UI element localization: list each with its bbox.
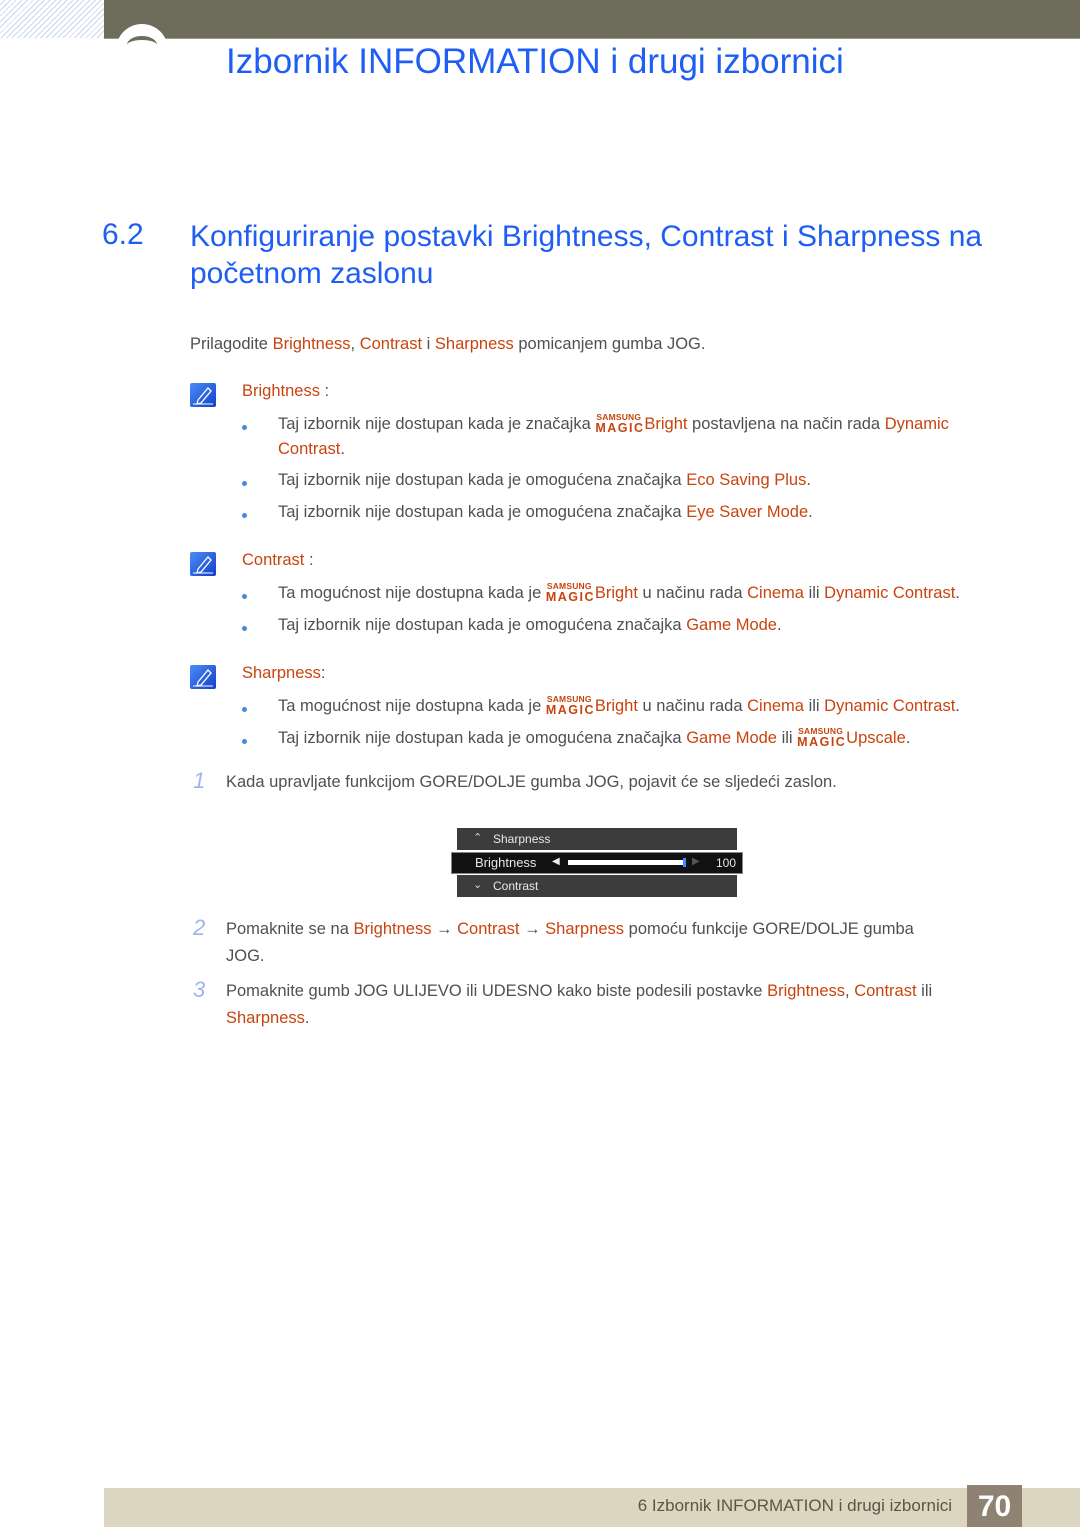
osd-item-label: Sharpness (493, 832, 551, 846)
note-item: Ta mogućnost nije dostupna kada je SAMSU… (278, 581, 960, 604)
samsung-magic-logo: SAMSUNG MAGIC (797, 726, 847, 749)
osd-item-contrast: ⌄ Contrast (457, 875, 737, 897)
osd-item-label: Contrast (493, 879, 539, 893)
text: i (422, 335, 435, 353)
chapter-title: Izbornik INFORMATION i drugi izbornici (226, 42, 844, 81)
footer-bar: 6 Izbornik INFORMATION i drugi izbornici (104, 1488, 1080, 1527)
step-number: 2 (193, 915, 206, 940)
step-text: Pomaknite gumb JOG ULIJEVO ili UDESNO ka… (226, 982, 933, 1000)
header-bar (104, 0, 1080, 39)
intro-paragraph: Prilagodite Brightness, Contrast i Sharp… (190, 335, 705, 354)
samsung-magic-logo: SAMSUNG MAGIC (545, 694, 596, 717)
note-item: Ta mogućnost nije dostupna kada je SAMSU… (278, 694, 960, 717)
bullet-dot (242, 594, 247, 599)
step-number: 1 (193, 768, 206, 793)
note-item: Taj izbornik nije dostupan kada je omogu… (278, 616, 782, 634)
text: , (350, 335, 360, 353)
bullet-dot (242, 513, 247, 518)
note-item: Taj izbornik nije dostupan kada je omogu… (278, 471, 811, 489)
section-number: 6.2 (102, 218, 144, 251)
bullet-dot (242, 626, 247, 631)
note-heading-sharpness: Sharpness: (242, 664, 326, 682)
bullet-dot (242, 481, 247, 486)
osd-item-sharpness: ⌃ Sharpness (457, 828, 737, 850)
note-item-continued: Contrast. (278, 440, 345, 458)
note-item: Taj izbornik nije dostupan kada je znača… (278, 412, 949, 435)
note-item: Taj izbornik nije dostupan kada je omogu… (278, 503, 813, 521)
note-pencil-icon (190, 383, 216, 407)
chevron-up-icon: ⌃ (473, 832, 483, 844)
text: Prilagodite (190, 335, 273, 353)
note-pencil-icon (190, 552, 216, 576)
samsung-magic-logo: SAMSUNG MAGIC (545, 581, 596, 604)
step-text: Kada upravljate funkcijom GORE/DOLJE gum… (226, 773, 837, 791)
text: pomicanjem gumba JOG. (513, 335, 706, 353)
term-brightness: Brightness (272, 335, 351, 353)
chapter-badge-icon (116, 24, 168, 76)
step-text-continued: JOG. (226, 947, 265, 965)
note-pencil-icon (190, 665, 216, 689)
samsung-magic-logo: SAMSUNG MAGIC (595, 412, 645, 435)
footer-chapter-text: 6 Izbornik INFORMATION i drugi izbornici (637, 1496, 952, 1515)
note-item: Taj izbornik nije dostupan kada je omogu… (278, 726, 911, 749)
term-contrast: Contrast (359, 335, 423, 353)
section-title: Konfiguriranje postavki Brightness, Cont… (190, 220, 983, 290)
step-number: 3 (193, 977, 206, 1002)
bullet-dot (242, 707, 247, 712)
step-text-continued: Sharpness. (226, 1009, 310, 1027)
osd-slider-track (568, 858, 686, 867)
osd-slider-knob (683, 858, 686, 867)
term-sharpness: Sharpness (434, 335, 514, 353)
bullet-dot (242, 739, 247, 744)
osd-item-label: Brightness (475, 855, 537, 870)
arrow-right-icon: ▶ (692, 856, 700, 867)
note-heading-brightness: Brightness : (242, 382, 330, 400)
chevron-down-icon: ⌄ (473, 879, 483, 891)
step-text: Pomaknite se na Brightness → Contrast → … (226, 920, 914, 938)
osd-item-brightness-selected: Brightness ◀ ▶ 100 (451, 852, 743, 874)
page-number: 70 (967, 1485, 1022, 1527)
osd-value: 100 (715, 856, 736, 870)
arrow-left-icon: ◀ (552, 856, 560, 867)
header-hatch-decoration (0, 0, 104, 38)
note-heading-contrast: Contrast : (242, 551, 314, 569)
bullet-dot (242, 425, 247, 430)
